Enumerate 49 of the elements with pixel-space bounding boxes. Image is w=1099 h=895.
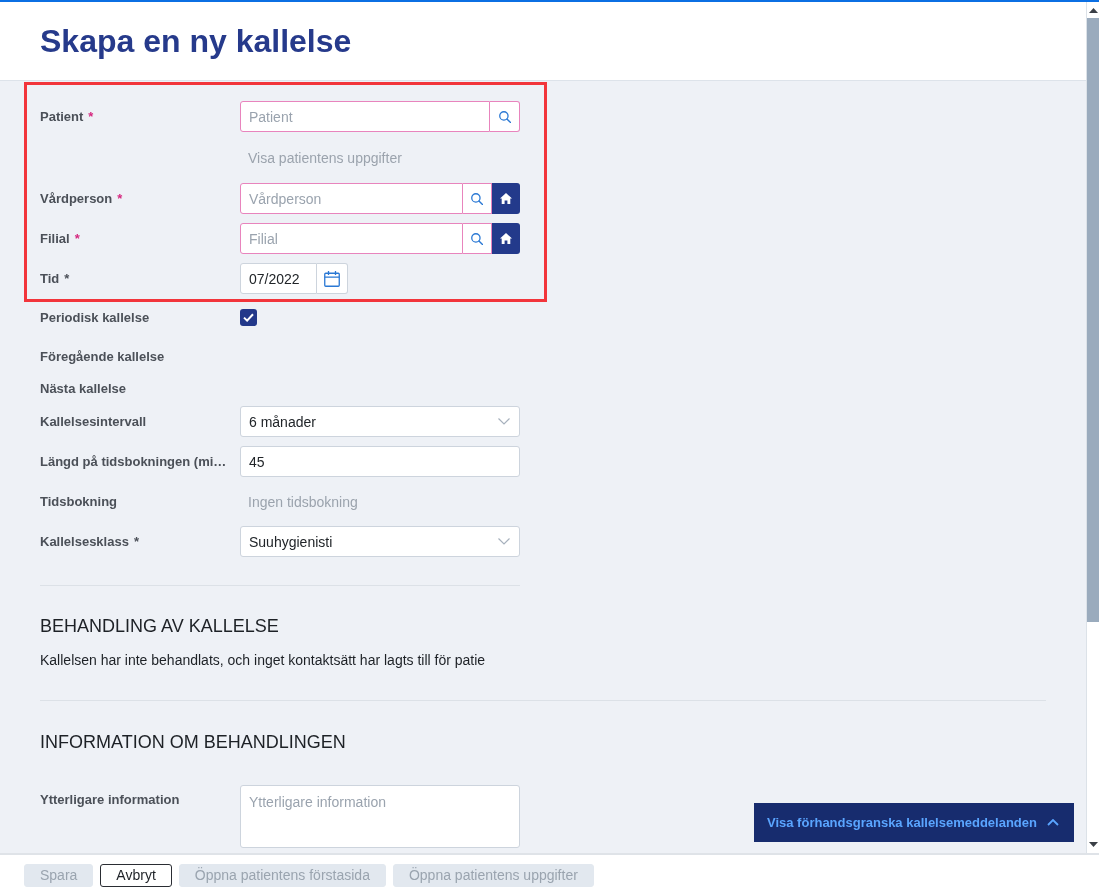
required-asterisk: * xyxy=(88,108,94,125)
field-label: Ytterligare information xyxy=(40,792,180,808)
textarea-field[interactable]: Ytterligare information xyxy=(240,785,520,848)
scroll-down-icon[interactable] xyxy=(1088,842,1098,847)
home-button[interactable] xyxy=(492,183,520,214)
required-asterisk: * xyxy=(64,270,70,287)
home-button[interactable] xyxy=(492,223,520,254)
section-text: Kallelsen har inte behandlats, och inget kontaktsätt har lagts till för patie xyxy=(40,651,486,670)
check-icon xyxy=(243,313,254,322)
date-field[interactable]: 07/2022 xyxy=(240,263,317,294)
field-label: Tidsbokning xyxy=(40,493,118,510)
field-label: Periodisk kallelse xyxy=(40,309,150,326)
scrollbar-thumb[interactable] xyxy=(1087,18,1099,622)
field-label: Nästa kallelse xyxy=(40,381,126,397)
section-heading: INFORMATION OM BEHANDLINGEN xyxy=(40,731,346,754)
search-button[interactable] xyxy=(490,101,520,132)
search-icon xyxy=(471,192,483,205)
required-asterisk: * xyxy=(117,190,123,207)
value-text: Ingen tidsbokning xyxy=(247,492,358,511)
section-heading: BEHANDLING AV KALLELSE xyxy=(40,615,279,638)
footer-button[interactable]: Avbryt xyxy=(100,863,172,887)
field-label: Kallelsesklass xyxy=(40,533,129,550)
calendar-button[interactable] xyxy=(317,263,348,294)
home-icon xyxy=(500,233,512,244)
field-label: Längd på tidsbokningen (mi… xyxy=(40,453,227,470)
field-label: Vårdperson xyxy=(40,190,113,207)
home-icon xyxy=(500,193,512,204)
dropdown[interactable]: Suuhygienisti xyxy=(240,526,520,557)
field-label: Filial xyxy=(40,230,70,247)
required-asterisk: * xyxy=(133,533,139,550)
chevron-down-icon xyxy=(498,538,510,545)
search-icon xyxy=(471,232,483,245)
scroll-up-icon[interactable] xyxy=(1088,8,1098,13)
preview-messages-button[interactable]: Visa förhandsgranska kallelsemeddelanden xyxy=(754,803,1074,842)
checkbox[interactable] xyxy=(240,309,257,326)
search-icon xyxy=(498,110,511,123)
search-field[interactable]: Filial xyxy=(240,223,463,254)
calendar-icon xyxy=(324,270,340,287)
chevron-down-icon xyxy=(498,418,510,425)
search-field[interactable]: Vårdperson xyxy=(240,183,463,214)
field-label: Patient xyxy=(40,108,84,125)
number-field[interactable]: 45 xyxy=(240,446,520,477)
field-label: Tid xyxy=(40,270,60,287)
search-field[interactable]: Patient xyxy=(240,101,490,132)
page-title: Skapa en ny kallelse xyxy=(40,22,352,61)
field-label: Föregående kallelse xyxy=(40,349,165,365)
dropdown[interactable]: 6 månader xyxy=(240,406,520,437)
field-label: Kallelsesintervall xyxy=(40,413,147,430)
required-asterisk: * xyxy=(74,230,80,247)
